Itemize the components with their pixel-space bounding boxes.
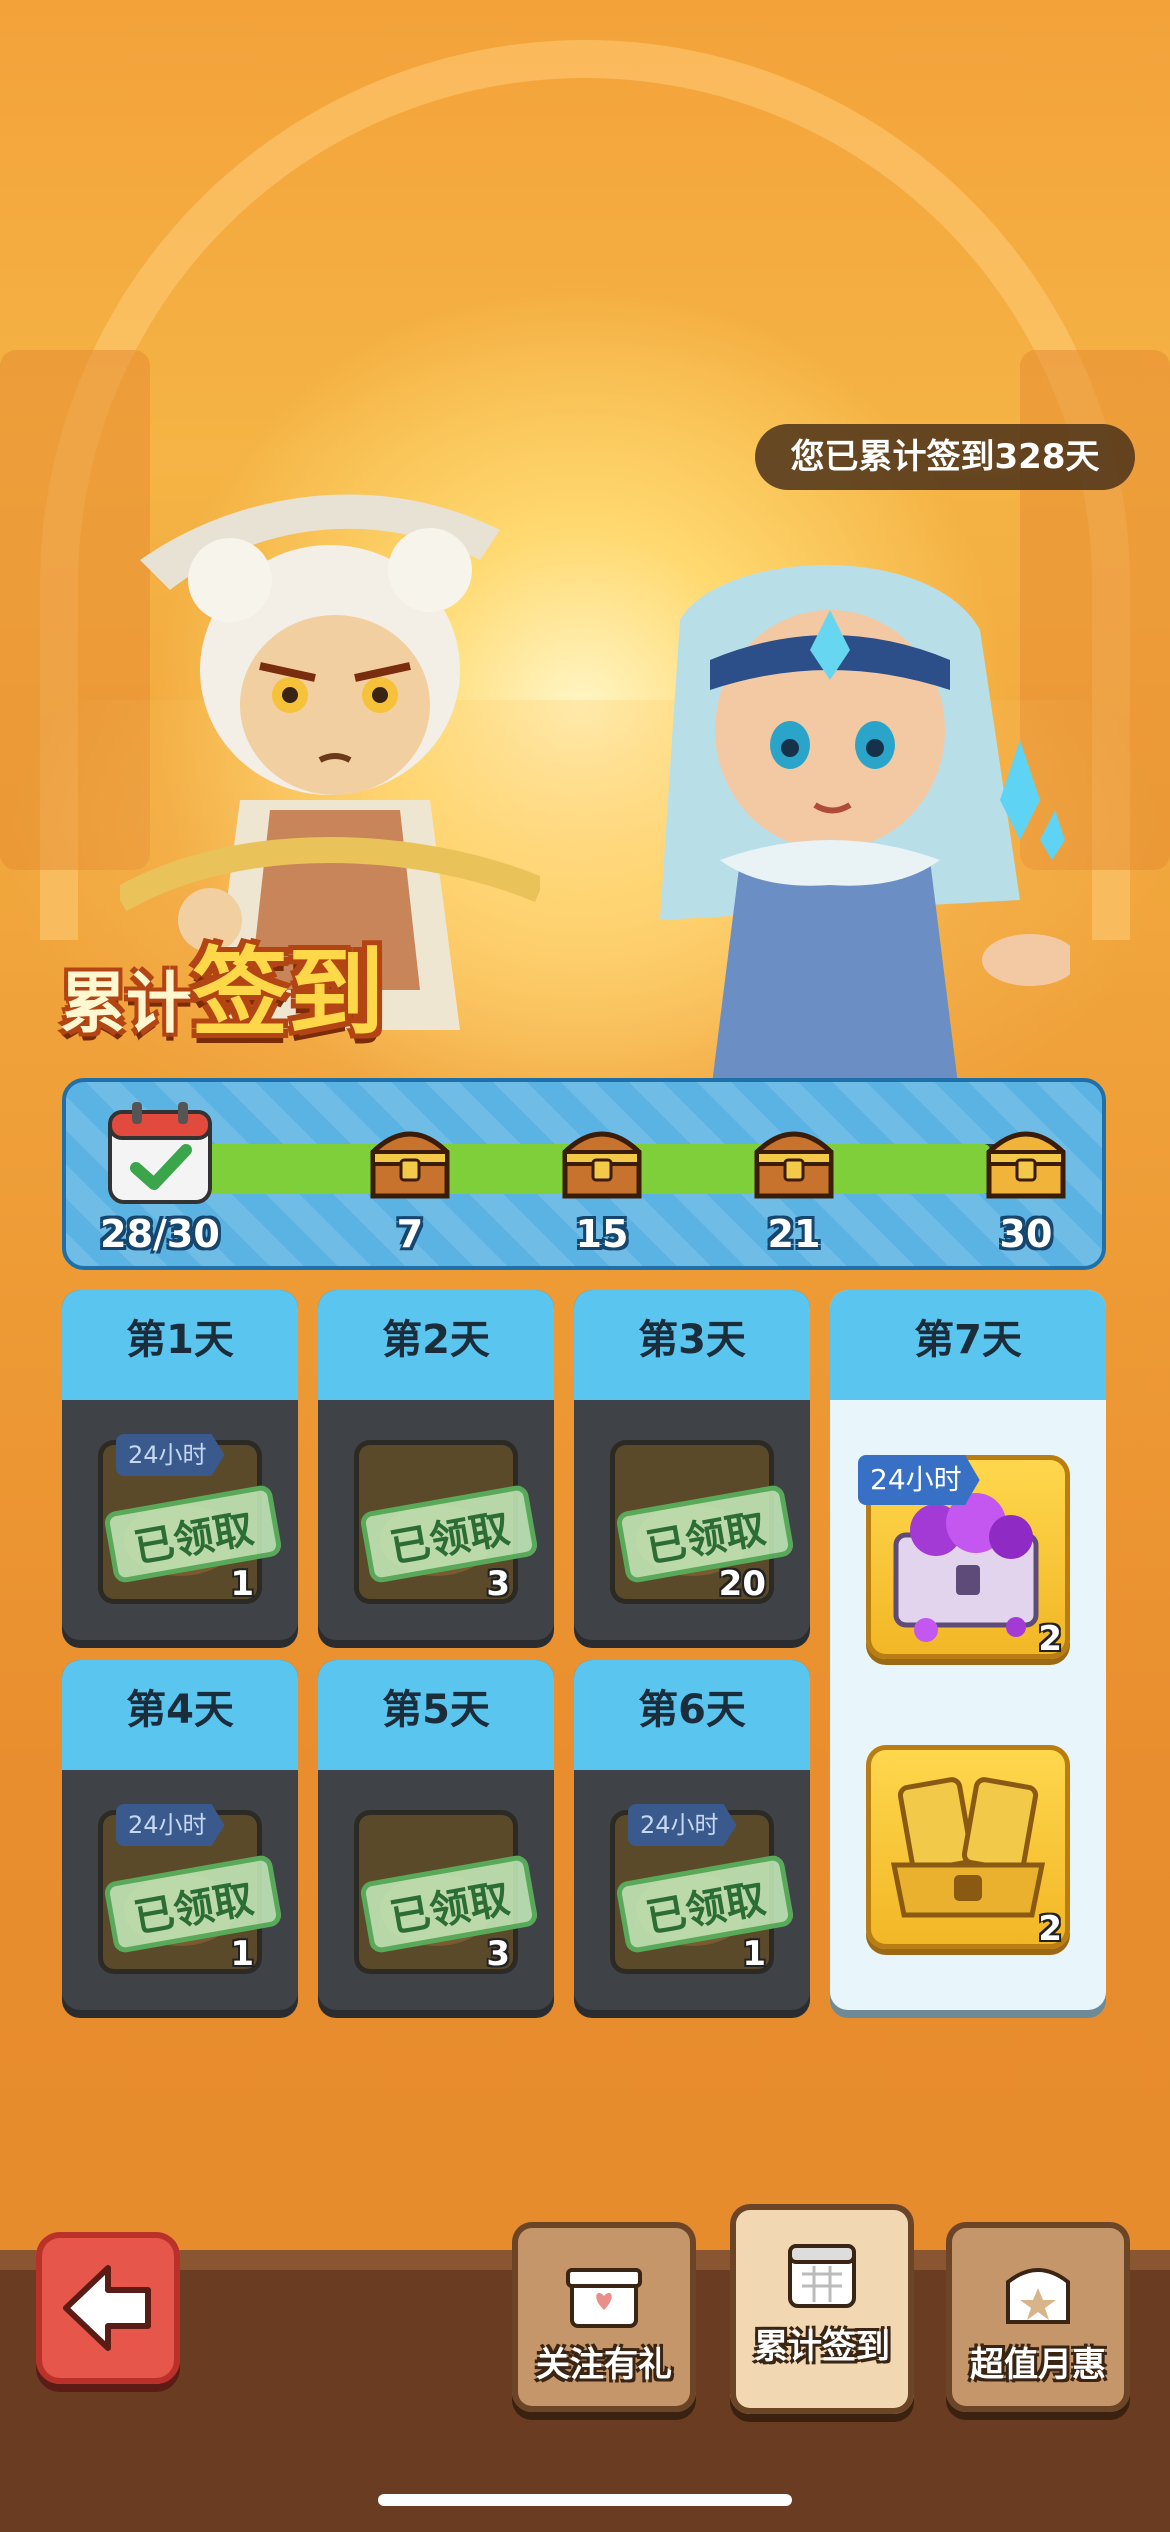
day-label: 第2天: [318, 1290, 554, 1410]
star-chest-icon: [1006, 2268, 1070, 2324]
day-reward-item[interactable]: 24小时 已领取 1: [98, 1434, 283, 1604]
progress-panel: 28/30 7 15 21 30: [62, 1078, 1106, 1270]
tab-monthly-deal[interactable]: 超值月惠: [946, 2222, 1130, 2412]
timer-tag: 24小时: [628, 1804, 737, 1846]
day-card: 第1天 24小时 已领取 1: [62, 1290, 298, 1640]
day-reward-item[interactable]: 已领取 3: [354, 1440, 539, 1604]
item-count: 1: [230, 1934, 254, 1974]
ice-hero-character: [660, 565, 1070, 1100]
tab-follow-gift[interactable]: 关注有礼: [512, 2222, 696, 2412]
tab-monthly-deal-label: 超值月惠: [970, 2345, 1106, 2385]
milestone-label: 30: [999, 1212, 1053, 1256]
timer-tag: 24小时: [116, 1804, 225, 1846]
item-count: 20: [718, 1564, 766, 1604]
day7-item-1[interactable]: 24小时 2: [858, 1455, 1070, 1659]
milestone-label: 15: [575, 1212, 629, 1256]
day-card: 第4天 24小时 已领取 1: [62, 1660, 298, 2010]
title-part2: 签到: [192, 937, 384, 1049]
day-reward-item[interactable]: 24小时 已领取 1: [98, 1804, 283, 1974]
progress-current-label: 28/30: [100, 1212, 220, 1256]
page-title: 累计签到: [60, 915, 384, 1055]
day-reward-item[interactable]: 已领取 3: [354, 1810, 539, 1974]
timer-tag: 24小时: [116, 1434, 225, 1476]
item-count: 3: [486, 1564, 510, 1604]
calendar-check-icon: [108, 1102, 212, 1204]
tab-cumulative-checkin[interactable]: 累计签到: [730, 2204, 914, 2414]
milestone-chest-icon[interactable]: [557, 1112, 647, 1202]
day7-card: 第7天 24小时 2 2: [830, 1290, 1106, 2010]
calendar-icon: [788, 2244, 856, 2308]
day7-item-2[interactable]: 2: [866, 1745, 1070, 1949]
day-card: 第3天已领取 20: [574, 1290, 810, 1640]
milestone-label: 7: [396, 1212, 424, 1256]
milestone-label: 21: [767, 1212, 821, 1256]
total-checkins-badge: 您已累计签到328天: [755, 424, 1135, 490]
gift-icon: [566, 2268, 642, 2328]
tab-cumulative-checkin-label: 累计签到: [754, 2327, 890, 2367]
day-label: 第4天: [62, 1660, 298, 1780]
day-reward-item[interactable]: 24小时 已领取 1: [610, 1804, 795, 1974]
day-label: 第3天: [574, 1290, 810, 1410]
day-label: 第1天: [62, 1290, 298, 1410]
milestone-chest-icon[interactable]: [981, 1112, 1071, 1202]
item-count: 3: [486, 1934, 510, 1974]
day-card: 第2天已领取 3: [318, 1290, 554, 1640]
home-indicator: [378, 2494, 792, 2506]
back-button[interactable]: [36, 2232, 180, 2384]
tab-follow-gift-label: 关注有礼: [536, 2345, 672, 2385]
day-card: 第5天已领取 3: [318, 1660, 554, 2010]
day7-item-1-count: 2: [1038, 1619, 1062, 1659]
milestone-chest-icon[interactable]: [749, 1112, 839, 1202]
back-arrow-icon: [63, 2265, 151, 2351]
title-part1: 累计: [60, 965, 192, 1042]
item-count: 1: [230, 1564, 254, 1604]
day-label: 第5天: [318, 1660, 554, 1780]
day-reward-item[interactable]: 已领取 20: [610, 1440, 795, 1604]
day7-item-1-timer: 24小时: [858, 1455, 980, 1505]
milestone-chest-icon[interactable]: [365, 1112, 455, 1202]
day7-label: 第7天: [830, 1290, 1106, 1410]
day7-item-2-count: 2: [1038, 1909, 1062, 1949]
day-card: 第6天 24小时 已领取 1: [574, 1660, 810, 2010]
item-count: 1: [742, 1934, 766, 1974]
day-label: 第6天: [574, 1660, 810, 1780]
